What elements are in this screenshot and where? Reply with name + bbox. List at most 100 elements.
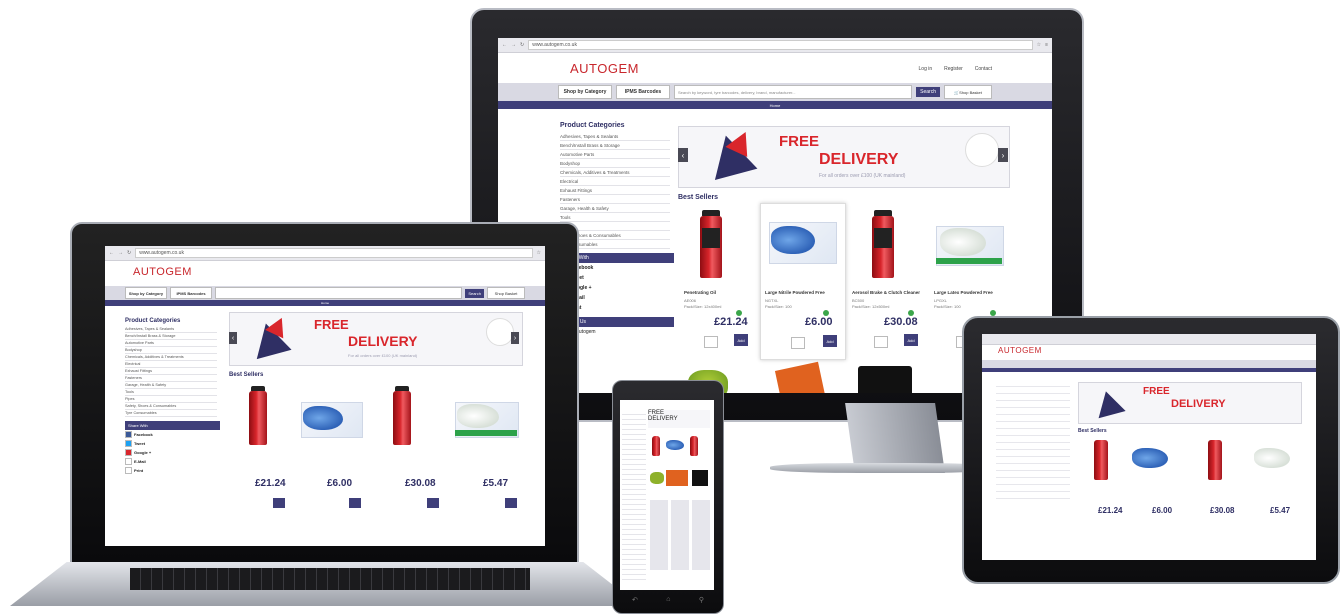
add-to-basket-button[interactable]: Add [904, 334, 918, 346]
tool-case-image [666, 470, 688, 486]
category-item[interactable]: Tyre Consumables [125, 410, 217, 417]
category-item[interactable]: Garage, Health & Safety [560, 204, 670, 213]
social-item[interactable]: Facebook [125, 430, 217, 439]
banner-next-button[interactable]: › [998, 148, 1008, 162]
search-button[interactable]: Search [916, 87, 940, 97]
category-item[interactable]: Fasteners [125, 375, 217, 382]
product-card[interactable]: Penetrating Oil AE006 Pack/Size: 12x400m… [680, 206, 756, 356]
refresh-icon[interactable]: ↻ [520, 42, 524, 48]
white-glove-image [457, 404, 499, 428]
category-item[interactable]: Electrical [560, 177, 670, 186]
nav-home[interactable]: Home [770, 103, 781, 108]
category-item[interactable]: Automotive Parts [560, 150, 670, 159]
star-icon[interactable]: ☆ [1037, 42, 1041, 48]
add-to-basket-button[interactable] [427, 498, 439, 508]
category-item[interactable]: Automotive Parts [125, 340, 217, 347]
social-item[interactable]: E-Mail [125, 457, 217, 466]
category-item[interactable]: Bodyshop [125, 347, 217, 354]
share-panel: Share With [125, 421, 220, 430]
category-item[interactable]: Adhesives, Tapes & Sealants [560, 132, 670, 141]
product-pack: Pack/Size: 12x400ml [684, 304, 722, 309]
category-item[interactable]: Tools [125, 389, 217, 396]
back-icon[interactable]: ← [502, 42, 507, 48]
social-item[interactable]: Print [125, 466, 217, 475]
quantity-input[interactable] [704, 336, 718, 348]
basket-button[interactable]: Shop Basket [487, 287, 525, 299]
add-to-basket-button[interactable] [505, 498, 517, 508]
product-name[interactable]: Large Latex Powdered Free [934, 290, 993, 295]
login-link[interactable]: Log in [919, 66, 933, 72]
quantity-input[interactable] [874, 336, 888, 348]
banner-free: FREE [314, 317, 349, 332]
site-logo[interactable]: AUTOGEM [570, 61, 639, 76]
forward-icon[interactable]: → [511, 42, 516, 48]
banner-next-button[interactable]: › [511, 332, 519, 344]
register-link[interactable]: Register [944, 66, 963, 72]
site-logo[interactable]: AUTOGEM [133, 266, 192, 278]
main-nav: Home [498, 101, 1052, 109]
back-icon[interactable]: ← [109, 250, 114, 256]
tab-ipms-barcodes[interactable]: IPMS Barcodes [170, 287, 212, 299]
home-icon[interactable]: ⌂ [666, 596, 670, 604]
quantity-input[interactable] [791, 337, 805, 349]
promo-banner[interactable]: FREE DELIVERY For all orders over £100 (… [229, 312, 523, 366]
category-item[interactable]: Bench/Install Brass & Storage [125, 333, 217, 340]
star-icon[interactable]: ☆ [537, 250, 541, 256]
product-name[interactable]: Large Nitrile Powdered Free [765, 290, 825, 295]
search-icon[interactable]: ⚲ [699, 596, 704, 604]
tab-shop-by-category[interactable]: Shop by Category [125, 287, 167, 299]
category-item[interactable]: Chemicals, Additives & Treatments [125, 354, 217, 361]
basket-button[interactable]: 🛒 Shop Basket [944, 85, 992, 99]
product-card[interactable]: Large Nitrile Powdered Free NGTXL Pack/S… [760, 203, 846, 360]
product-pack: Pack/Size: 12x500ml [852, 304, 890, 309]
smartphone: FREE DELIVERY ↶ ⌂ ⚲ [612, 380, 724, 614]
best-sellers-title: Best Sellers [229, 372, 264, 378]
promo-banner[interactable]: FREE DELIVERY For all orders over £100 (… [678, 126, 1010, 188]
banner-prev-button[interactable]: ‹ [678, 148, 688, 162]
tab-shop-by-category[interactable]: Shop by Category [558, 85, 612, 99]
back-icon[interactable]: ↶ [632, 596, 638, 604]
category-item[interactable]: Electrical [125, 361, 217, 368]
laptop: ← → ↻ www.autogem.co.uk ☆ AUTOGEM Shop b… [0, 222, 650, 616]
nav-home[interactable]: Home [321, 301, 329, 305]
menu-icon[interactable]: ≡ [1045, 42, 1048, 48]
add-to-basket-button[interactable] [349, 498, 361, 508]
refresh-icon[interactable]: ↻ [127, 250, 131, 256]
category-item[interactable]: Garage, Health & Safety [125, 382, 217, 389]
product-name[interactable]: Penetrating Oil [684, 290, 716, 295]
category-item[interactable]: Exhaust Fittings [125, 368, 217, 375]
category-item[interactable]: Pipes [125, 396, 217, 403]
category-item[interactable]: Adhesives, Tapes & Sealants [125, 326, 217, 333]
banner-prev-button[interactable]: ‹ [229, 332, 237, 344]
banner-delivery: DELIVERY [348, 333, 418, 349]
add-to-basket-button[interactable]: Add [823, 335, 837, 347]
promo-banner[interactable]: FREE DELIVERY [1078, 382, 1302, 424]
add-to-basket-button[interactable]: Add [734, 334, 748, 346]
product-price: £5.47 [483, 478, 509, 489]
social-item[interactable]: Google + [125, 448, 217, 457]
contact-link[interactable]: Contact [975, 66, 992, 72]
social-icon [125, 440, 132, 447]
browser-toolbar: ← → ↻ www.autogem.co.uk ☆ [105, 246, 545, 261]
forward-icon[interactable]: → [118, 250, 123, 256]
category-item[interactable]: Chemicals, Additives & Treatments [560, 168, 670, 177]
address-bar[interactable]: www.autogem.co.uk [135, 248, 533, 258]
category-item[interactable]: Exhaust Fittings [560, 186, 670, 195]
search-input[interactable]: Search by keyword, tyre barcodes, delive… [674, 85, 913, 99]
tab-ipms-barcodes[interactable]: IPMS Barcodes [616, 85, 670, 99]
social-item[interactable]: Tweet [125, 439, 217, 448]
product-card[interactable]: Aerosol Brake & Clutch Cleaner BC500 Pac… [850, 206, 926, 356]
address-bar[interactable]: www.autogem.co.uk [528, 40, 1033, 50]
category-item[interactable]: Bodyshop [560, 159, 670, 168]
category-item[interactable]: Fasteners [560, 195, 670, 204]
category-item[interactable]: Safety, Shoes & Consumables [125, 403, 217, 410]
category-item[interactable]: Bench/Install Brass & Storage [560, 141, 670, 150]
search-input[interactable] [215, 287, 463, 299]
sidebar-title: Product Categories [560, 122, 625, 129]
add-to-basket-button[interactable] [273, 498, 285, 508]
category-item[interactable]: Tools [560, 213, 670, 222]
site-logo[interactable]: AUTOGEM [998, 346, 1042, 355]
search-button[interactable]: Search [465, 288, 484, 298]
product-name[interactable]: Aerosol Brake & Clutch Cleaner [852, 290, 920, 295]
spray-can-image [393, 391, 411, 445]
